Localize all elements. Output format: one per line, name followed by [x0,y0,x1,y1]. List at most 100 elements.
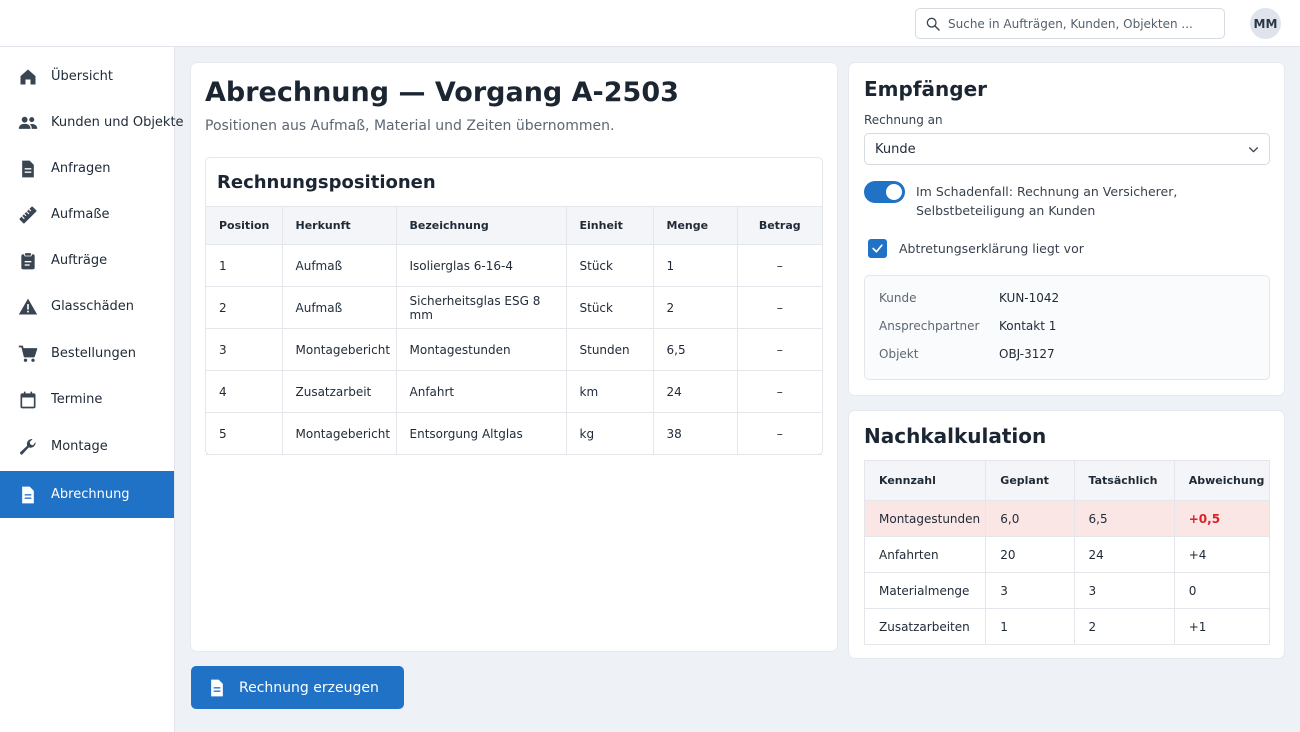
sidebar-item-montage[interactable]: Montage [0,423,174,470]
document-icon [211,679,223,696]
sidebar-item-label: Montage [51,439,108,454]
cell-description: Montagestunden [396,328,567,371]
cell-description: Anfahrt [396,370,567,413]
sidebar-item-auftraege[interactable]: Aufträge [0,237,174,284]
cell-metric: Zusatzarbeiten [864,608,987,645]
column-header[interactable]: Herkunft [282,206,397,245]
cell-deviation: +0,5 [1174,500,1270,537]
table-header-row: Kennzahl Geplant Tatsächlich Abweichung [864,460,1270,501]
search-box[interactable] [915,8,1225,39]
cell-quantity: 6,5 [653,328,738,371]
search-input[interactable] [948,16,1208,31]
table-row[interactable]: 5 Montagebericht Entsorgung Altglas kg 3… [206,412,822,455]
chevron-down-icon [1249,147,1258,153]
sidebar-item-aufmasse[interactable]: Aufmaße [0,191,174,238]
insurance-toggle[interactable] [864,181,905,203]
cell-metric: Anfahrten [864,536,987,573]
warning-icon [18,298,38,314]
cell-amount: – [737,286,822,329]
cell-metric: Montagestunden [864,500,987,537]
create-invoice-button[interactable]: Rechnung erzeugen [191,666,404,709]
cell-unit: Stück [566,286,654,329]
info-value-objekt: OBJ-3127 [999,347,1055,361]
invoice-to-select[interactable]: Kunde [864,133,1270,165]
info-key-objekt: Objekt [879,347,919,361]
postcalc-table: Kennzahl Geplant Tatsächlich Abweichung … [864,460,1270,645]
column-header[interactable]: Kennzahl [864,460,987,501]
column-header[interactable]: Menge [653,206,738,245]
cell-actual: 24 [1074,536,1175,573]
cell-amount: – [737,244,822,287]
clipboard-icon [21,251,35,269]
column-header[interactable]: Position [206,206,283,245]
cell-amount: – [737,328,822,371]
assignment-checkbox-label: Abtretungserklärung liegt vor [899,241,1084,256]
cell-actual: 6,5 [1074,500,1175,537]
cell-planned: 20 [985,536,1075,573]
cell-origin: Zusatzarbeit [282,370,397,413]
sidebar-item-abrechnung[interactable]: Abrechnung [0,471,174,518]
cell-planned: 1 [985,608,1075,645]
table-row[interactable]: Montagestunden 6,0 6,5 +0,5 [864,500,1270,537]
cell-quantity: 24 [653,370,738,413]
cell-origin: Aufmaß [282,244,397,287]
recipient-title: Empfänger [864,77,987,101]
table-row[interactable]: 1 Aufmaß Isolierglas 6-16-4 Stück 1 – [206,244,822,287]
sidebar-item-label: Anfragen [51,161,111,176]
cell-planned: 6,0 [985,500,1075,537]
column-header[interactable]: Bezeichnung [396,206,567,245]
invoice-to-value: Kunde [875,141,916,157]
positions-table: Position Herkunft Bezeichnung Einheit Me… [206,206,822,455]
column-header[interactable]: Abweichung [1174,460,1270,501]
calendar-icon [20,391,36,408]
sidebar-item-label: Aufträge [51,253,108,268]
ruler-icon [19,206,37,223]
sidebar-item-label: Termine [51,392,103,407]
table-row[interactable]: 3 Montagebericht Montagestunden Stunden … [206,328,822,371]
document-icon [22,160,34,177]
create-invoice-label: Rechnung erzeugen [239,679,379,696]
sidebar-item-label: Abrechnung [51,487,130,502]
table-row[interactable]: Zusatzarbeiten 1 2 +1 [864,608,1270,645]
user-avatar[interactable]: MM [1250,8,1281,39]
column-header[interactable]: Tatsächlich [1074,460,1175,501]
checkmark-icon [872,244,883,253]
column-header[interactable]: Einheit [566,206,654,245]
invoice-to-label: Rechnung an [864,113,943,127]
table-row[interactable]: 4 Zusatzarbeit Anfahrt km 24 – [206,370,822,413]
sidebar-item-anfragen[interactable]: Anfragen [0,145,174,192]
cell-origin: Aufmaß [282,286,397,329]
cell-description: Sicherheitsglas ESG 8 mm [396,286,567,329]
column-header[interactable]: Betrag [737,206,822,245]
info-value-ansprechpartner: Kontakt 1 [999,319,1057,333]
sidebar-item-label: Aufmaße [51,207,110,222]
cell-unit: Stück [566,244,654,287]
people-icon [18,116,38,129]
cell-planned: 3 [985,572,1075,609]
cell-actual: 3 [1074,572,1175,609]
sidebar-item-termine[interactable]: Termine [0,376,174,423]
cell-description: Entsorgung Altglas [396,412,567,455]
table-row[interactable]: Materialmenge 3 3 0 [864,572,1270,609]
sidebar-item-uebersicht[interactable]: Übersicht [0,53,174,100]
cell-actual: 2 [1074,608,1175,645]
cell-position: 1 [206,244,283,287]
document-icon [22,486,34,503]
positions-title: Rechnungspositionen [217,172,436,193]
toggle-knob [886,184,902,200]
sidebar-item-kunden[interactable]: Kunden und Objekte [0,99,184,146]
cell-quantity: 2 [653,286,738,329]
cell-unit: kg [566,412,654,455]
sidebar-item-bestellungen[interactable]: Bestellungen [0,330,174,377]
info-key-ansprechpartner: Ansprechpartner [879,319,980,333]
assignment-checkbox[interactable] [868,239,887,258]
cell-quantity: 1 [653,244,738,287]
column-header[interactable]: Geplant [985,460,1075,501]
cell-quantity: 38 [653,412,738,455]
sidebar-item-glasschaeden[interactable]: Glasschäden [0,283,174,330]
table-row[interactable]: Anfahrten 20 24 +4 [864,536,1270,573]
postcalc-title: Nachkalkulation [864,424,1047,448]
table-row[interactable]: 2 Aufmaß Sicherheitsglas ESG 8 mm Stück … [206,286,822,329]
cart-icon [18,345,38,362]
cell-unit: km [566,370,654,413]
